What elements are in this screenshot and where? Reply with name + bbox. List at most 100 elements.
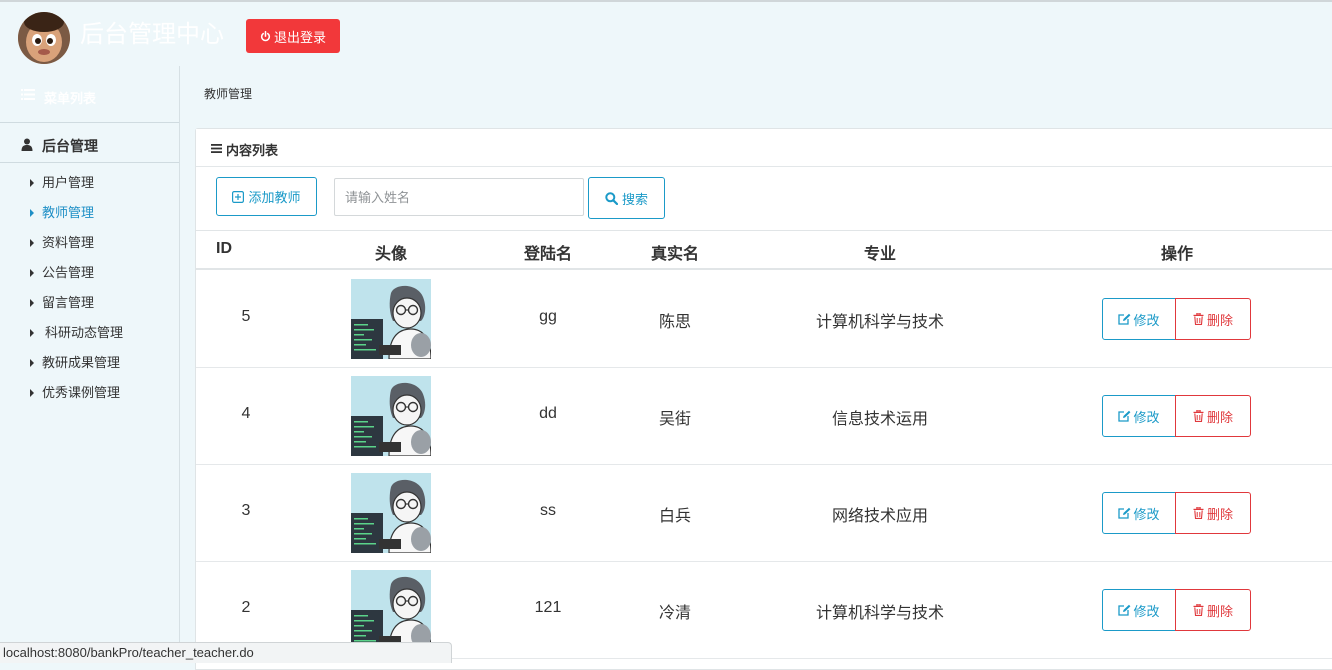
menu-list-header: 菜单列表: [0, 66, 179, 123]
teacher-avatar: [351, 570, 431, 650]
content-panel: 内容列表 添加教师 搜索 ID 头像 登陆名 真实名 专业 操作 5: [195, 128, 1332, 670]
sidebar-item-research-results[interactable]: 教研成果管理: [0, 352, 179, 382]
edit-label: 修改: [1133, 506, 1160, 522]
logout-label: 退出登录: [273, 29, 326, 45]
teacher-avatar-image: [351, 279, 431, 359]
edit-button[interactable]: 修改: [1102, 395, 1176, 437]
sidebar: 菜单列表 后台管理 用户管理 教师管理 资料管理 公告管理 留言管理 科研动态管…: [0, 66, 180, 663]
edit-icon: [1118, 507, 1131, 519]
delete-label: 删除: [1206, 506, 1233, 522]
col-header-ops: 操作: [1160, 246, 1194, 263]
teacher-avatar: [351, 473, 431, 553]
delete-label: 删除: [1206, 603, 1233, 619]
col-header-realname: 真实名: [650, 246, 700, 263]
add-teacher-button[interactable]: 添加教师: [216, 177, 317, 216]
cell-login: gg: [539, 308, 557, 325]
status-url: localhost:8080/bankPro/teacher_teacher.d…: [0, 642, 452, 663]
col-header-major: 专业: [863, 246, 897, 263]
sidebar-item-teachers[interactable]: 教师管理: [0, 202, 179, 232]
app-title: 后台管理中心: [80, 21, 224, 48]
sidebar-section-admin[interactable]: 后台管理: [0, 128, 179, 163]
cell-realname: 陈思: [658, 314, 692, 331]
edit-button[interactable]: 修改: [1102, 589, 1176, 631]
cell-id: 3: [241, 502, 251, 519]
caret-right-icon: [30, 269, 34, 277]
table-row: 3 ss 白兵 网络技术应用 修改 删除: [196, 464, 1332, 562]
table-header: ID 头像 登陆名 真实名 专业 操作: [196, 231, 1332, 270]
caret-right-icon: [30, 359, 34, 367]
cell-major: 计算机科学与技术: [815, 605, 945, 622]
panel-title: 内容列表: [226, 143, 279, 158]
cell-realname: 白兵: [658, 508, 692, 525]
caret-right-icon: [30, 209, 34, 217]
edit-button[interactable]: 修改: [1102, 492, 1176, 534]
cell-login: 121: [534, 599, 562, 616]
delete-button[interactable]: 删除: [1175, 395, 1251, 437]
cell-realname: 冷清: [658, 605, 692, 622]
delete-button[interactable]: 删除: [1175, 492, 1251, 534]
teacher-avatar-image: [351, 570, 431, 650]
cell-id: 4: [241, 405, 251, 422]
add-teacher-label: 添加教师: [248, 190, 301, 205]
edit-label: 修改: [1133, 603, 1160, 619]
caret-right-icon: [30, 329, 34, 337]
search-button[interactable]: 搜索: [588, 177, 665, 219]
cell-realname: 吴街: [658, 411, 692, 428]
sidebar-menu: 用户管理 教师管理 资料管理 公告管理 留言管理 科研动态管理 教研成果管理 优…: [0, 172, 179, 412]
trash-icon: [1193, 604, 1204, 616]
col-header-avatar: 头像: [374, 246, 408, 263]
cell-id: 2: [241, 599, 251, 616]
trash-icon: [1193, 410, 1204, 422]
avatar-image: [18, 12, 70, 64]
sidebar-item-messages[interactable]: 留言管理: [0, 292, 179, 322]
sidebar-item-research-news[interactable]: 科研动态管理: [0, 322, 179, 352]
col-header-login: 登陆名: [523, 246, 573, 263]
table-row: 4 dd 吴街 信息技术运用 修改 删除: [196, 367, 1332, 465]
delete-label: 删除: [1206, 312, 1233, 328]
edit-icon: [1118, 313, 1131, 325]
trash-icon: [1193, 507, 1204, 519]
menu-list-title: 菜单列表: [44, 91, 97, 106]
panel-header: 内容列表: [196, 129, 1332, 167]
table-row: 5 gg 陈思 计算机科学与技术 修改 删除: [196, 270, 1332, 368]
sidebar-item-lessons[interactable]: 优秀课例管理: [0, 382, 179, 412]
caret-right-icon: [30, 239, 34, 247]
teacher-avatar-image: [351, 376, 431, 456]
name-search-input[interactable]: [334, 178, 584, 216]
cell-login: dd: [539, 405, 557, 422]
trash-icon: [1193, 313, 1204, 325]
app-header: 后台管理中心 退出登录: [0, 2, 1332, 66]
cell-login: ss: [540, 502, 556, 519]
bars-icon: [211, 144, 222, 153]
cell-id: 5: [241, 308, 251, 325]
teacher-avatar: [351, 279, 431, 359]
sidebar-section-label: 后台管理: [42, 138, 98, 154]
edit-button[interactable]: 修改: [1102, 298, 1176, 340]
delete-label: 删除: [1206, 409, 1233, 425]
caret-right-icon: [30, 179, 34, 187]
delete-button[interactable]: 删除: [1175, 589, 1251, 631]
caret-right-icon: [30, 389, 34, 397]
sidebar-item-notices[interactable]: 公告管理: [0, 262, 179, 292]
sidebar-item-materials[interactable]: 资料管理: [0, 232, 179, 262]
edit-label: 修改: [1133, 312, 1160, 328]
logout-button[interactable]: 退出登录: [246, 19, 340, 53]
search-icon: [605, 191, 618, 205]
col-header-id: ID: [216, 240, 232, 257]
user-icon: [21, 138, 33, 151]
breadcrumb: 教师管理: [204, 87, 253, 101]
power-icon: [260, 30, 271, 41]
edit-icon: [1118, 604, 1131, 616]
teacher-avatar: [351, 376, 431, 456]
search-label: 搜索: [621, 191, 648, 207]
list-icon: [21, 89, 35, 100]
teacher-avatar-image: [351, 473, 431, 553]
caret-right-icon: [30, 299, 34, 307]
edit-icon: [1118, 410, 1131, 422]
cell-major: 网络技术应用: [831, 508, 929, 525]
plus-square-icon: [232, 190, 245, 203]
sidebar-item-users[interactable]: 用户管理: [0, 172, 179, 202]
cell-major: 计算机科学与技术: [815, 314, 945, 331]
delete-button[interactable]: 删除: [1175, 298, 1251, 340]
avatar: [18, 12, 70, 64]
